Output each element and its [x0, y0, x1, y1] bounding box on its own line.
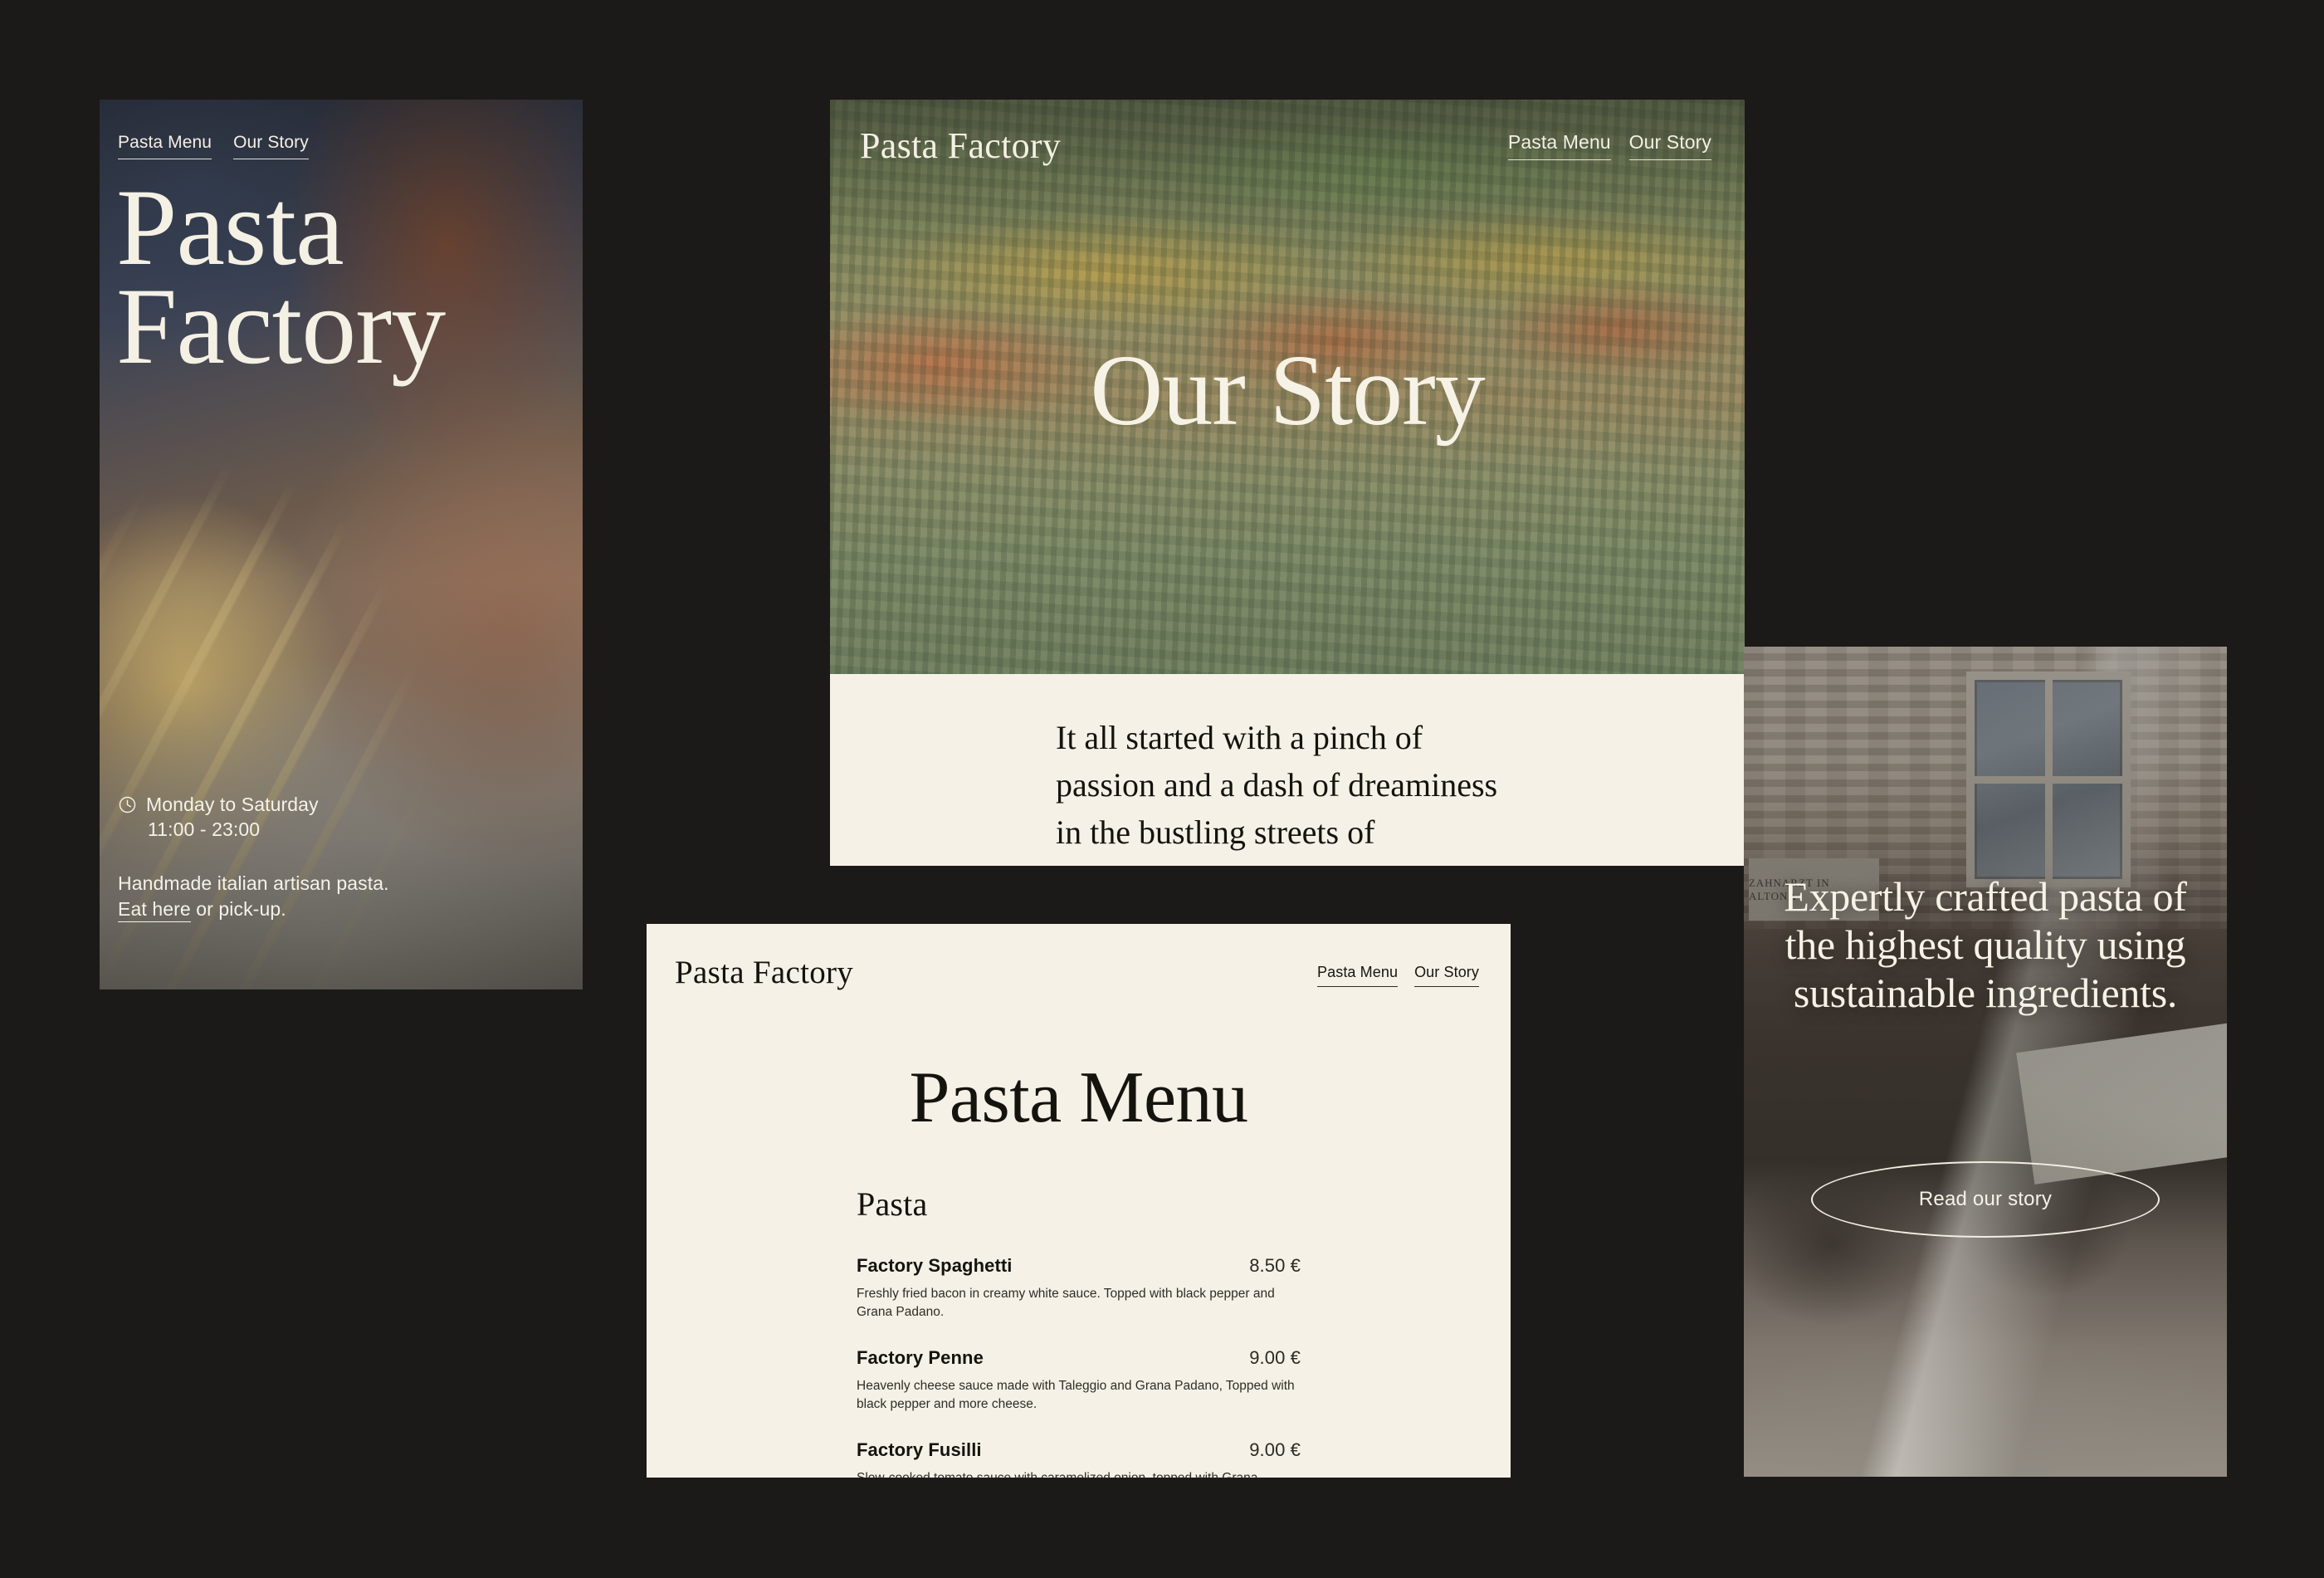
menu-section-heading: Pasta — [857, 1185, 928, 1223]
quote-text: Expertly crafted pasta of the highest qu… — [1784, 873, 2187, 1016]
nav-link-our-story[interactable]: Our Story — [1628, 131, 1711, 160]
clock-icon — [119, 796, 136, 813]
hero-opening-hours: Monday to Saturday 11:00 - 23:00 — [118, 792, 319, 843]
hero-tagline: Handmade italian artisan pasta. Eat here… — [118, 871, 389, 923]
menu-nav: Pasta Menu Our Story — [1317, 964, 1479, 987]
menu-item-price: 8.50 € — [1249, 1255, 1301, 1276]
hero-title: Pasta Factory — [116, 166, 548, 387]
menu-item[interactable]: Factory Penne 9.00 € Heavenly cheese sau… — [857, 1347, 1301, 1414]
our-story-card: Pasta Factory Pasta Menu Our Story Our S… — [830, 100, 1745, 866]
nav-link-pasta-menu[interactable]: Pasta Menu — [1317, 964, 1399, 987]
quote-scrim — [1744, 647, 2227, 1477]
story-body-text: It all started with a pinch of passion a… — [1056, 719, 1498, 866]
story-brand-wordmark[interactable]: Pasta Factory — [860, 125, 1061, 167]
hours-days: Monday to Saturday — [146, 793, 319, 815]
menu-item-description: Slow-cooked tomato sauce with caramelize… — [857, 1469, 1301, 1478]
design-board: Pasta Menu Our Story Pasta Factory Monda… — [0, 0, 2324, 1578]
nav-link-pasta-menu[interactable]: Pasta Menu — [118, 133, 212, 159]
menu-item-description: Heavenly cheese sauce made with Taleggio… — [857, 1378, 1295, 1412]
quote-card: ZAHNARZT IN ALTONA Expertly crafted past… — [1744, 647, 2227, 1477]
hours-time: 11:00 - 23:00 — [148, 818, 261, 841]
nav-link-pasta-menu[interactable]: Pasta Menu — [1507, 131, 1611, 160]
menu-page-title: Pasta Menu — [909, 1058, 1248, 1138]
hero-nav: Pasta Menu Our Story — [118, 133, 309, 159]
hero-title-line-1: Pasta — [116, 166, 344, 288]
hero-title-line-2: Factory — [116, 264, 446, 387]
menu-item-name: Factory Fusilli — [857, 1439, 982, 1460]
hero-card: Pasta Menu Our Story Pasta Factory Monda… — [100, 100, 583, 989]
menu-item-name: Factory Spaghetti — [857, 1255, 1013, 1276]
menu-section-pasta: Pasta Factory Spaghetti 8.50 € Freshly f… — [857, 1185, 1301, 1478]
nav-link-our-story[interactable]: Our Story — [1414, 964, 1479, 987]
hero-bottom-scrim — [100, 579, 583, 989]
pasta-menu-card: Pasta Factory Pasta Menu Our Story Pasta… — [647, 924, 1511, 1478]
menu-item-description: Freshly fried bacon in creamy white sauc… — [857, 1287, 1275, 1320]
menu-item-name: Factory Penne — [857, 1346, 984, 1368]
menu-item-price: 9.00 € — [1249, 1439, 1301, 1460]
menu-item[interactable]: Factory Fusilli 9.00 € Slow-cooked tomat… — [857, 1439, 1301, 1478]
eat-here-link[interactable]: Eat here — [118, 898, 191, 923]
menu-item[interactable]: Factory Spaghetti 8.50 € Freshly fried b… — [857, 1255, 1301, 1322]
menu-item-price: 9.00 € — [1249, 1346, 1301, 1368]
story-nav: Pasta Menu Our Story — [1507, 131, 1711, 160]
read-our-story-button[interactable]: Read our story — [1811, 1161, 2160, 1238]
pickup-text: or pick-up. — [190, 898, 286, 921]
nav-link-our-story[interactable]: Our Story — [233, 133, 309, 159]
menu-brand-wordmark[interactable]: Pasta Factory — [675, 954, 853, 991]
story-hero-title: Our Story — [1090, 335, 1486, 447]
hero-tagline-line: Handmade italian artisan pasta. — [118, 872, 389, 894]
